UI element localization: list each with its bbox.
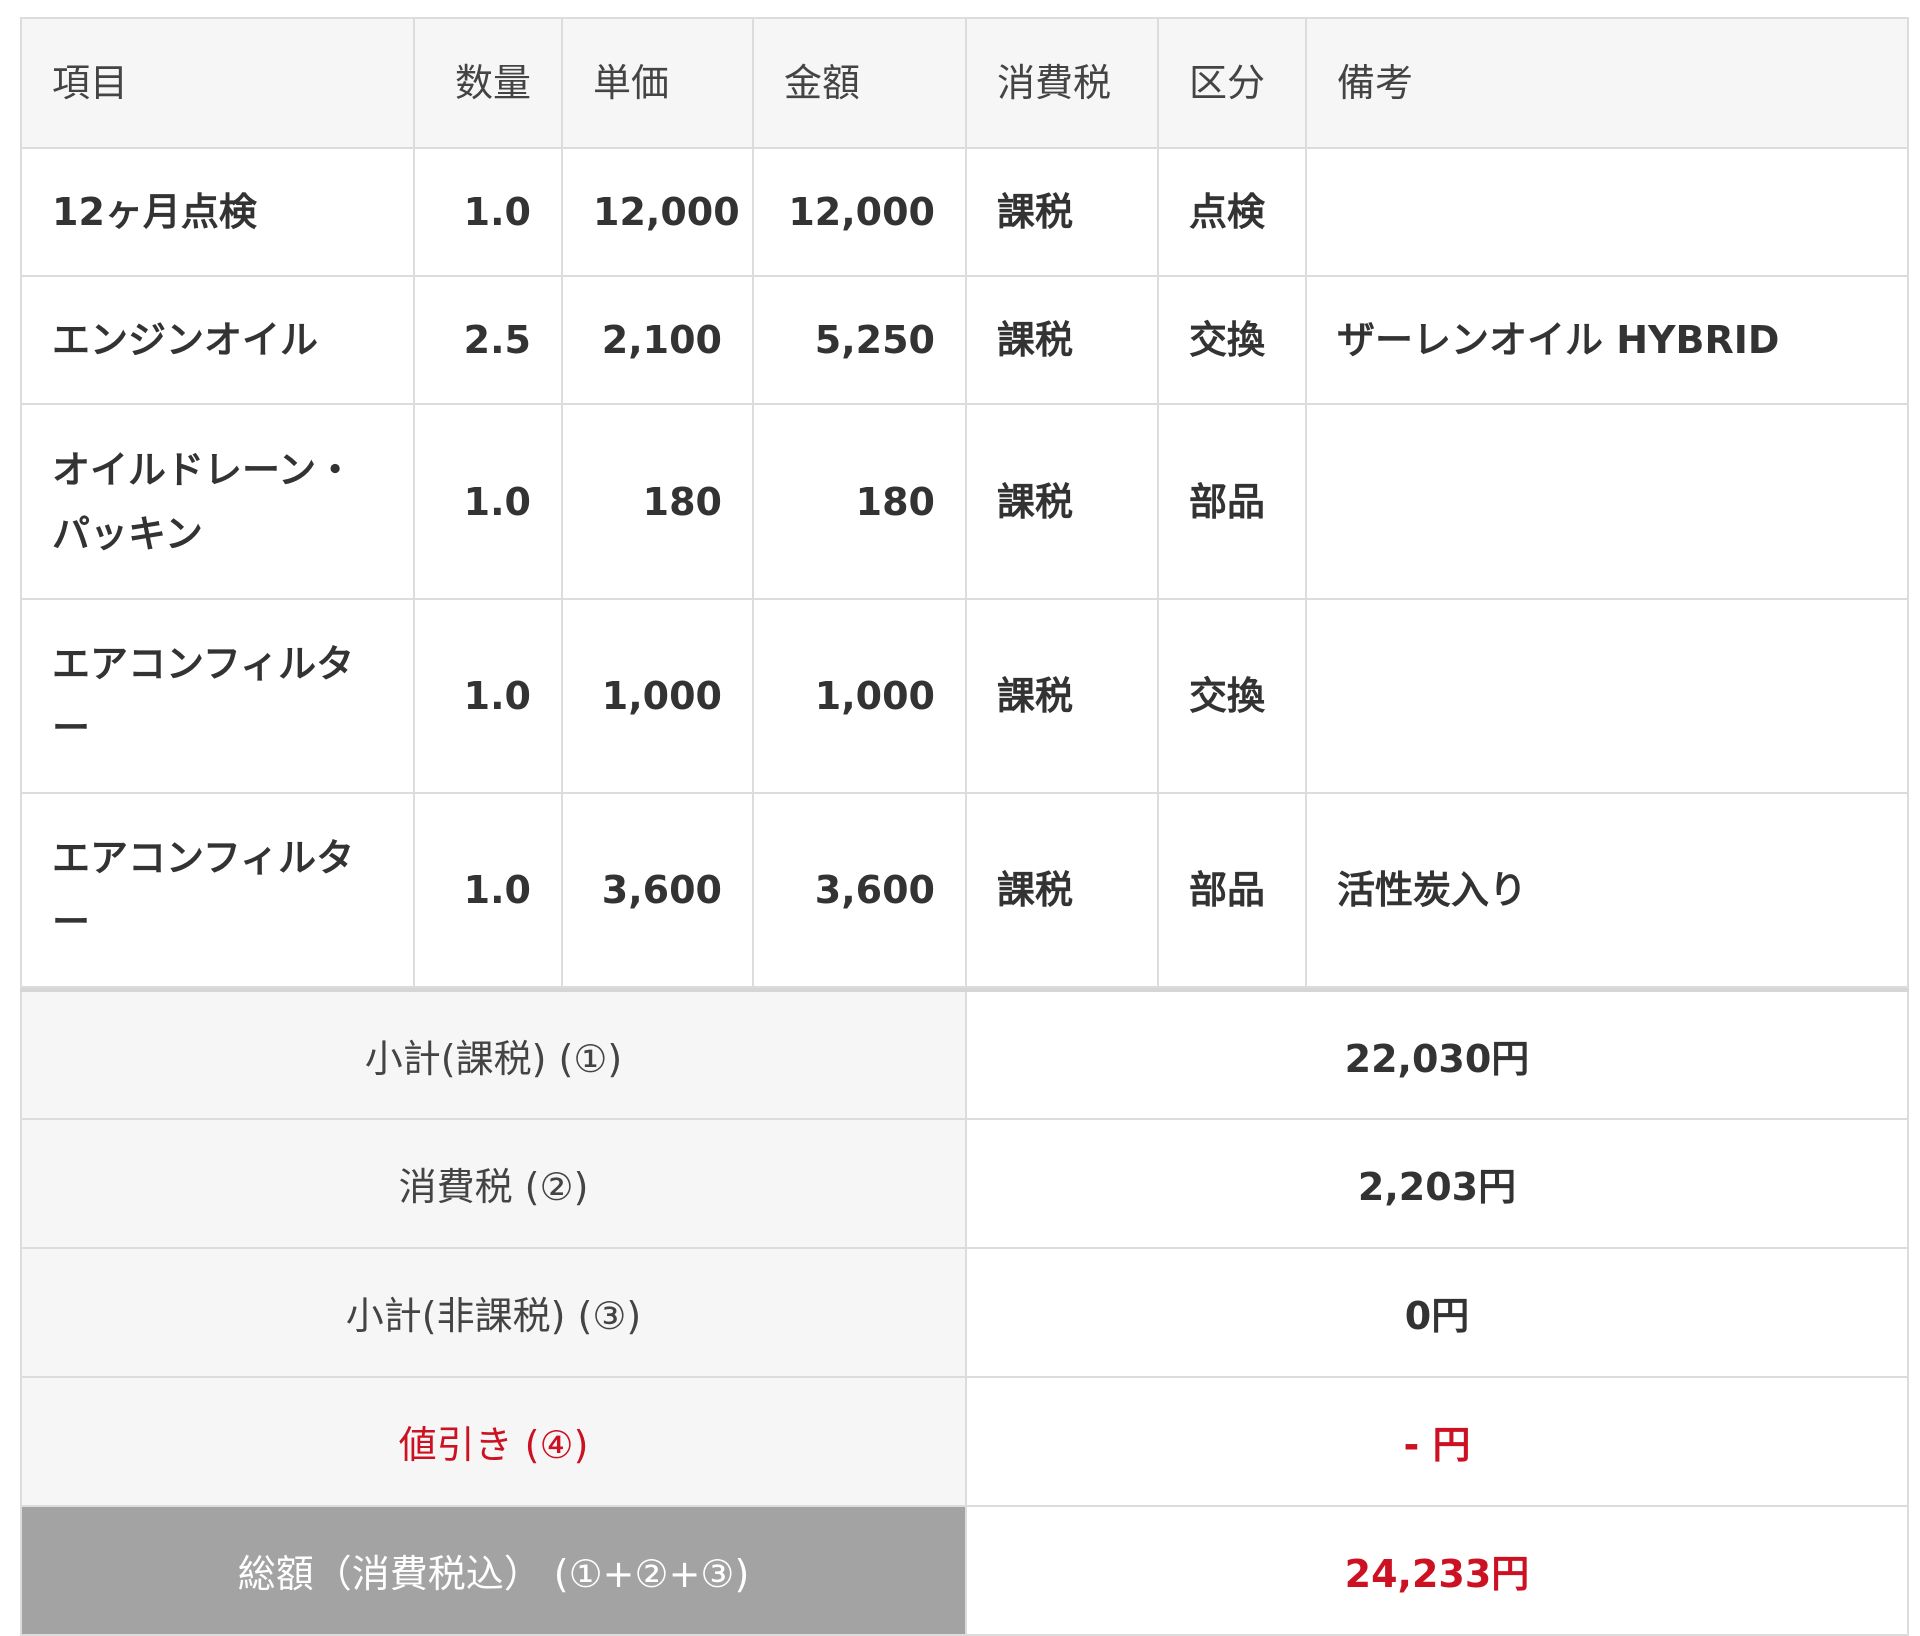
totals-row-consumption-tax: 消費税 (②) 2,203円 <box>20 1118 1909 1249</box>
cell-note <box>1305 598 1909 794</box>
cell-amount: 1,000 <box>752 598 967 794</box>
subtotal-nontaxable-label: 小計(非課税) (③) <box>20 1247 967 1378</box>
cell-note: 活性炭入り <box>1305 792 1909 988</box>
table-row: エアコンフィルター 1.0 3,600 3,600 課税 部品 活性炭入り <box>20 792 1909 988</box>
grand-total-value: 24,233円 <box>965 1505 1909 1636</box>
cell-amount: 180 <box>752 403 967 600</box>
cell-note <box>1305 147 1909 277</box>
totals-row-subtotal-nontaxable: 小計(非課税) (③) 0円 <box>20 1247 1909 1378</box>
subtotal-nontaxable-value: 0円 <box>965 1247 1909 1378</box>
cell-note: ザーレンオイル HYBRID <box>1305 275 1909 405</box>
discount-label: 値引き (④) <box>20 1376 967 1507</box>
cell-item: エアコンフィルター <box>20 598 415 794</box>
consumption-tax-value: 2,203円 <box>965 1118 1909 1249</box>
cell-tax: 課税 <box>965 598 1159 794</box>
estimate-sheet: 項目 数量 単価 金額 消費税 区分 備考 12ヶ月点検 1.0 12,000 … <box>20 17 1909 1636</box>
header-tax: 消費税 <box>965 17 1159 149</box>
cell-category: 部品 <box>1157 792 1307 988</box>
cell-qty: 1.0 <box>413 403 563 600</box>
totals-row-grand-total: 総額（消費税込） (①+②+③) 24,233円 <box>20 1505 1909 1636</box>
cell-category: 点検 <box>1157 147 1307 277</box>
cell-qty: 1.0 <box>413 792 563 988</box>
totals-row-subtotal-taxable: 小計(課税) (①) 22,030円 <box>20 989 1909 1120</box>
cell-amount: 12,000 <box>752 147 967 277</box>
estimate-items-table: 項目 数量 単価 金額 消費税 区分 備考 12ヶ月点検 1.0 12,000 … <box>20 17 1909 988</box>
table-row: エンジンオイル 2.5 2,100 5,250 課税 交換 ザーレンオイル HY… <box>20 275 1909 405</box>
cell-category: 交換 <box>1157 598 1307 794</box>
cell-tax: 課税 <box>965 403 1159 600</box>
cell-unit-price: 1,000 <box>561 598 754 794</box>
header-item: 項目 <box>20 17 415 149</box>
cell-note <box>1305 403 1909 600</box>
subtotal-taxable-value: 22,030円 <box>965 989 1909 1120</box>
header-note: 備考 <box>1305 17 1909 149</box>
cell-item: エアコンフィルター <box>20 792 415 988</box>
consumption-tax-label: 消費税 (②) <box>20 1118 967 1249</box>
table-row: 12ヶ月点検 1.0 12,000 12,000 課税 点検 <box>20 147 1909 277</box>
cell-item: 12ヶ月点検 <box>20 147 415 277</box>
header-category: 区分 <box>1157 17 1307 149</box>
cell-category: 交換 <box>1157 275 1307 405</box>
subtotal-taxable-label: 小計(課税) (①) <box>20 989 967 1120</box>
estimate-totals-table: 小計(課税) (①) 22,030円 消費税 (②) 2,203円 小計(非課税… <box>20 988 1909 1636</box>
table-row: オイルドレーン・パッキン 1.0 180 180 課税 部品 <box>20 403 1909 600</box>
table-row: エアコンフィルター 1.0 1,000 1,000 課税 交換 <box>20 598 1909 794</box>
discount-value: - 円 <box>965 1376 1909 1507</box>
cell-tax: 課税 <box>965 147 1159 277</box>
cell-amount: 5,250 <box>752 275 967 405</box>
cell-amount: 3,600 <box>752 792 967 988</box>
cell-qty: 2.5 <box>413 275 563 405</box>
cell-unit-price: 2,100 <box>561 275 754 405</box>
cell-tax: 課税 <box>965 275 1159 405</box>
header-qty: 数量 <box>413 17 563 149</box>
cell-qty: 1.0 <box>413 147 563 277</box>
cell-unit-price: 180 <box>561 403 754 600</box>
cell-item: オイルドレーン・パッキン <box>20 403 415 600</box>
cell-category: 部品 <box>1157 403 1307 600</box>
header-unit-price: 単価 <box>561 17 754 149</box>
cell-item: エンジンオイル <box>20 275 415 405</box>
cell-unit-price: 3,600 <box>561 792 754 988</box>
cell-unit-price: 12,000 <box>561 147 754 277</box>
cell-tax: 課税 <box>965 792 1159 988</box>
grand-total-label: 総額（消費税込） (①+②+③) <box>20 1505 967 1636</box>
totals-row-discount: 値引き (④) - 円 <box>20 1376 1909 1507</box>
header-amount: 金額 <box>752 17 967 149</box>
cell-qty: 1.0 <box>413 598 563 794</box>
table-header-row: 項目 数量 単価 金額 消費税 区分 備考 <box>20 17 1909 149</box>
